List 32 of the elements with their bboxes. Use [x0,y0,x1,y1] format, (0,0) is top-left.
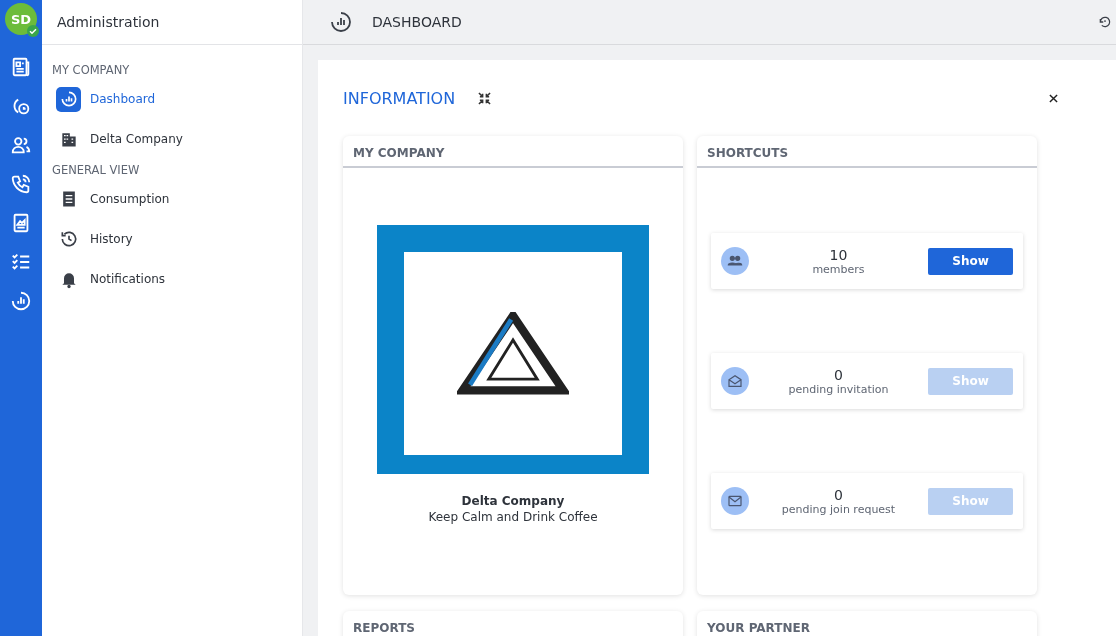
sidebar-item[interactable]: Dashboard [52,79,292,119]
people-icon [721,247,749,275]
company-slogan: Keep Calm and Drink Coffee [428,510,598,524]
card-title: YOUR PARTNER [697,611,1037,636]
section-heading: GENERAL VIEW [52,163,141,177]
close-icon[interactable] [1047,91,1060,105]
history-icon[interactable] [1098,15,1112,29]
envelope-icon [721,487,749,515]
show-button[interactable]: Show [928,247,1013,275]
sidebar-item[interactable]: History [52,219,292,259]
shortcut-label: pending join request [781,502,896,516]
shortcut-count: 0 [834,486,843,503]
user-initials: SD [10,11,32,27]
dashboard-icon [329,10,353,34]
page-title: DASHBOARD [372,14,462,30]
sidebar-item[interactable]: Consumption [52,179,292,219]
shortcut-label: members [812,262,865,276]
card-title: MY COMPANY [343,136,683,168]
sidebar-item[interactable]: Delta Company [52,119,292,159]
shortcut-count: 10 [829,246,848,263]
sidebar-item[interactable]: Notifications [52,259,292,299]
panel-title: INFORMATION [343,88,456,108]
card-title: SHORTCUTS [697,136,1037,168]
sidebar-title: Administration [42,0,302,45]
section-heading: MY COMPANY [52,63,131,77]
dashboard-icon [56,86,81,112]
company-name: Delta Company [461,494,565,508]
open-envelope-icon [721,367,749,395]
card-title: REPORTS [343,611,683,636]
shortcut-label: pending invitation [788,382,889,396]
shortcut-count: 0 [834,366,843,383]
collapse-icon[interactable] [478,91,492,105]
